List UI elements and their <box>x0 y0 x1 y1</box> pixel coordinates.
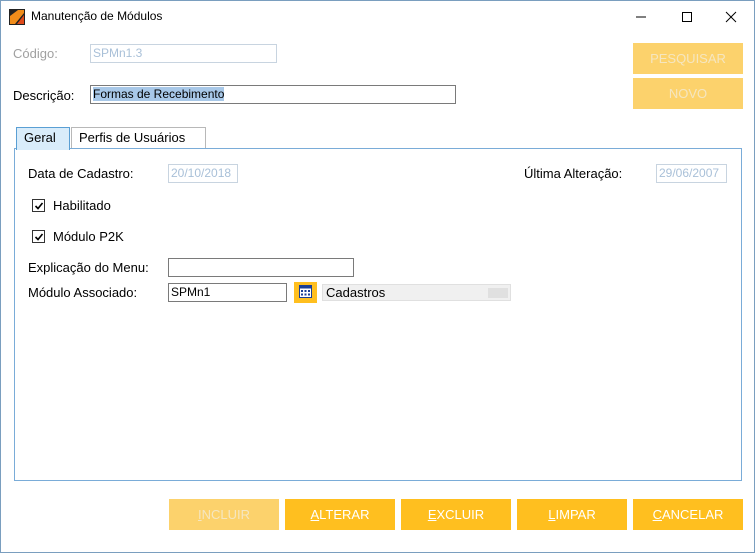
cancelar-button[interactable]: CANCELAR <box>633 499 743 530</box>
codigo-field[interactable]: SPMn1.3 <box>90 44 277 63</box>
calendar-list-icon <box>299 285 312 298</box>
tab-geral[interactable]: Geral <box>16 127 70 150</box>
data-cadastro-label: Data de Cadastro: <box>28 166 134 181</box>
tab-perfis-usuarios[interactable]: Perfis de Usuários <box>71 127 206 149</box>
main-window: Manutenção de Módulos Código: SPMn1.3 De… <box>0 0 755 553</box>
check-icon <box>34 233 44 241</box>
cancelar-label: ANCELAR <box>661 507 724 522</box>
close-button[interactable] <box>708 1 754 32</box>
modulo-p2k-checkbox[interactable] <box>32 230 45 243</box>
check-icon <box>34 202 44 210</box>
excluir-button[interactable]: EXCLUIR <box>401 499 511 530</box>
minimize-button[interactable] <box>618 1 664 32</box>
app-logo-icon <box>9 9 25 25</box>
modulo-lookup-button[interactable] <box>294 282 317 303</box>
habilitado-checkbox[interactable] <box>32 199 45 212</box>
ultima-alteracao-field[interactable]: 29/06/2007 <box>656 164 727 183</box>
explicacao-menu-label: Explicação do Menu: <box>28 260 149 275</box>
window-title: Manutenção de Módulos <box>31 9 163 23</box>
modulo-associado-desc-text: Cadastros <box>326 285 386 300</box>
ultima-alteracao-label: Última Alteração: <box>524 166 623 181</box>
maximize-icon <box>682 12 692 22</box>
close-icon <box>725 11 737 23</box>
explicacao-menu-field[interactable] <box>168 258 354 277</box>
title-bar[interactable]: Manutenção de Módulos <box>1 1 754 32</box>
novo-button[interactable]: NOVO <box>633 78 743 109</box>
incluir-label: NCLUIR <box>201 507 251 522</box>
alterar-hotkey: A <box>310 507 320 522</box>
descricao-label: Descrição: <box>13 88 75 103</box>
limpar-hotkey: L <box>548 507 556 522</box>
incluir-button[interactable]: INCLUIR <box>169 499 279 530</box>
alterar-label: LTERAR <box>319 507 370 522</box>
cancelar-hotkey: C <box>652 507 662 522</box>
limpar-button[interactable]: LIMPAR <box>517 499 627 530</box>
pesquisar-button[interactable]: PESQUISAR <box>633 43 743 74</box>
maximize-button[interactable] <box>664 1 710 32</box>
descricao-value: Formas de Recebimento <box>93 87 225 101</box>
alterar-button[interactable]: ALTERAR <box>285 499 395 530</box>
modulo-p2k-label: Módulo P2K <box>53 229 124 244</box>
excluir-label: XCLUIR <box>436 507 485 522</box>
tab-panel-geral <box>14 148 742 481</box>
limpar-label: IMPAR <box>555 507 596 522</box>
descricao-field[interactable]: Formas de Recebimento <box>90 85 456 104</box>
habilitado-label: Habilitado <box>53 198 111 213</box>
minimize-icon <box>636 16 646 18</box>
modulo-associado-label: Módulo Associado: <box>28 285 138 300</box>
description-grip <box>488 288 508 298</box>
codigo-label: Código: <box>13 46 58 61</box>
data-cadastro-field[interactable]: 20/10/2018 <box>168 164 238 183</box>
modulo-associado-description: Cadastros <box>322 284 511 301</box>
modulo-associado-field[interactable]: SPMn1 <box>168 283 287 302</box>
